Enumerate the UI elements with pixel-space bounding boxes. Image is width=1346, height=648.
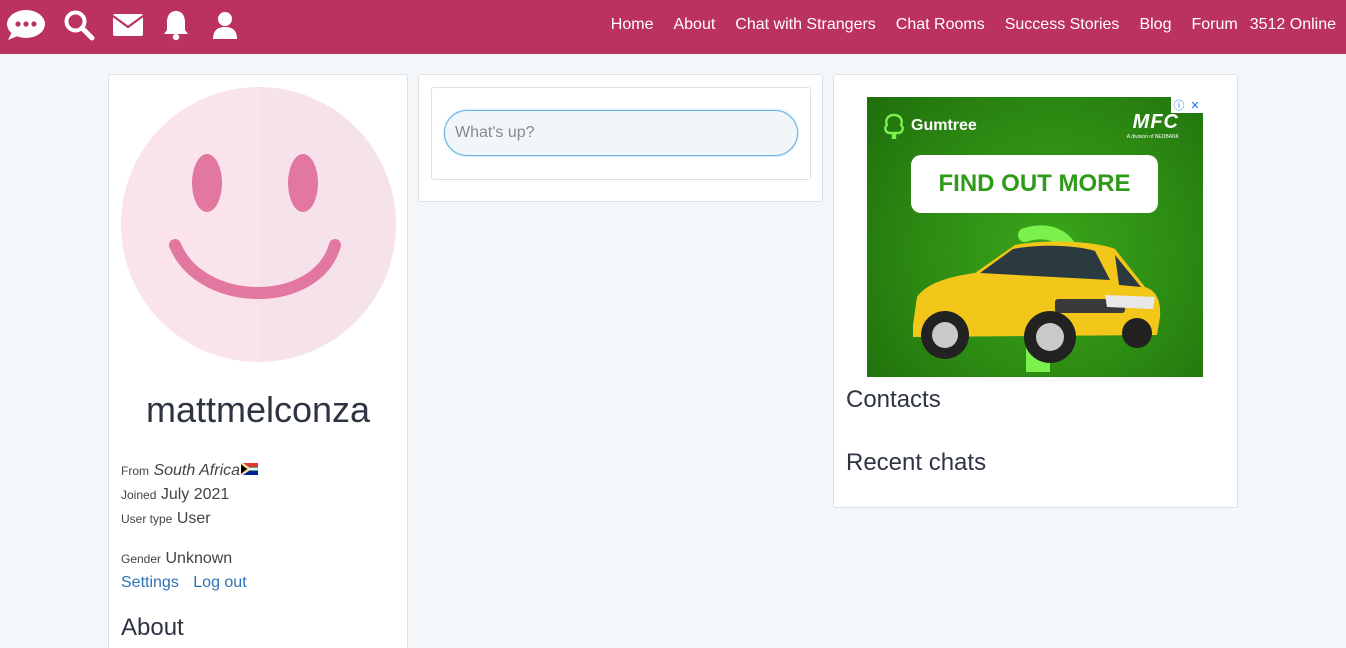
recent-chats-heading: Recent chats (846, 449, 987, 476)
gender-label: Gender (121, 552, 162, 566)
info-from: From South Africa (121, 462, 259, 480)
advertisement[interactable]: Gumtree MFC A division of NEDBANK FIND O… (867, 97, 1203, 377)
gender-value: Unknown (165, 550, 233, 567)
from-label: From (121, 464, 149, 479)
chat-bubble-icon[interactable] (6, 8, 46, 42)
nav-link-blog[interactable]: Blog (1139, 16, 1171, 34)
about-heading: About (121, 614, 184, 641)
status-composer (431, 87, 811, 180)
south-africa-flag-icon (240, 462, 259, 480)
nav-link-chat-rooms[interactable]: Chat Rooms (896, 16, 985, 34)
status-input[interactable] (444, 110, 798, 156)
search-icon[interactable] (63, 8, 95, 42)
ad-partner: MFC (1132, 111, 1179, 133)
account-links: Settings Log out (121, 574, 247, 592)
nav-link-forum[interactable]: Forum (1191, 16, 1237, 34)
from-value: South Africa (153, 462, 241, 480)
nav-link-chat-with-strangers[interactable]: Chat with Strangers (735, 16, 876, 34)
joined-label: Joined (121, 488, 157, 502)
nav-link-success-stories[interactable]: Success Stories (1005, 16, 1120, 34)
ad-partner-tagline: A division of NEDBANK (1126, 134, 1179, 140)
avatar[interactable] (121, 87, 396, 362)
username: mattmelconza (145, 389, 371, 430)
user-icon[interactable] (210, 8, 240, 42)
settings-link[interactable]: Settings (121, 574, 179, 591)
contacts-heading: Contacts (846, 386, 941, 413)
user-type-label: User type (121, 512, 173, 526)
ad-cta-button[interactable]: FIND OUT MORE (911, 155, 1158, 213)
info-joined: Joined July 2021 (121, 486, 229, 504)
ad-info-icon[interactable]: ⓘ (1171, 97, 1187, 113)
nav-links: Home About Chat with Strangers Chat Room… (591, 0, 1336, 50)
nav-link-home[interactable]: Home (611, 16, 654, 34)
online-count: 3512 Online (1249, 16, 1336, 33)
mail-icon[interactable] (112, 8, 144, 42)
bell-icon[interactable] (161, 8, 191, 42)
top-navbar: Home About Chat with Strangers Chat Room… (0, 0, 1346, 54)
joined-value: July 2021 (160, 486, 230, 503)
user-type-value: User (176, 510, 211, 527)
ad-brand-name: Gumtree (911, 117, 977, 134)
status-panel (418, 74, 823, 202)
info-gender: Gender Unknown (121, 550, 232, 568)
gumtree-leaf-icon (883, 113, 905, 139)
ad-badges: ⓘ ✕ (1171, 97, 1203, 113)
contacts-panel: Gumtree MFC A division of NEDBANK FIND O… (833, 74, 1238, 508)
logout-link[interactable]: Log out (193, 574, 246, 591)
ad-close-icon[interactable]: ✕ (1187, 97, 1203, 113)
car-image (905, 225, 1165, 377)
ad-brand: Gumtree (883, 113, 977, 139)
profile-panel: mattmelconza From South Africa Joined Ju… (108, 74, 408, 648)
info-user-type: User type User (121, 510, 211, 528)
nav-link-about[interactable]: About (673, 16, 715, 34)
